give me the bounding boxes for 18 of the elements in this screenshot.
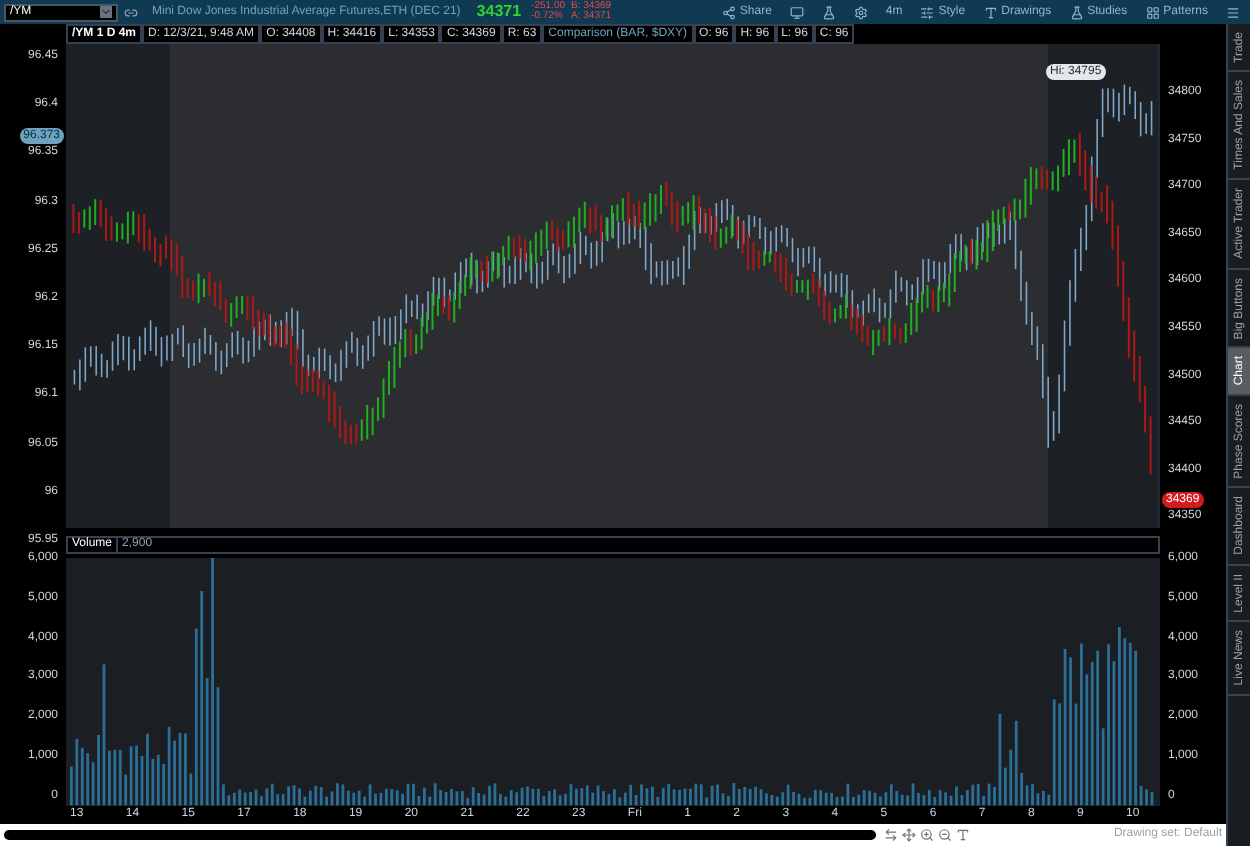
zoom-in-icon[interactable] [920,828,934,842]
grid-icon [1145,5,1160,19]
text-icon[interactable] [956,828,970,842]
zoom-out-icon[interactable] [938,828,952,842]
settings-icon [853,5,868,19]
text-icon [983,5,998,19]
link-icon[interactable] [124,5,138,19]
sliders-icon [920,5,935,19]
share-icon [721,5,736,19]
scroll-bar[interactable] [4,830,876,840]
dropdown-icon [100,6,112,18]
flask-icon [1069,5,1084,19]
menu-icon [1226,5,1240,19]
last-price: 34371 [476,4,522,20]
crosshair-icon[interactable] [902,828,916,842]
arrows-icon[interactable] [884,828,898,842]
monitor-icon [789,5,804,19]
flask-icon [821,5,836,19]
